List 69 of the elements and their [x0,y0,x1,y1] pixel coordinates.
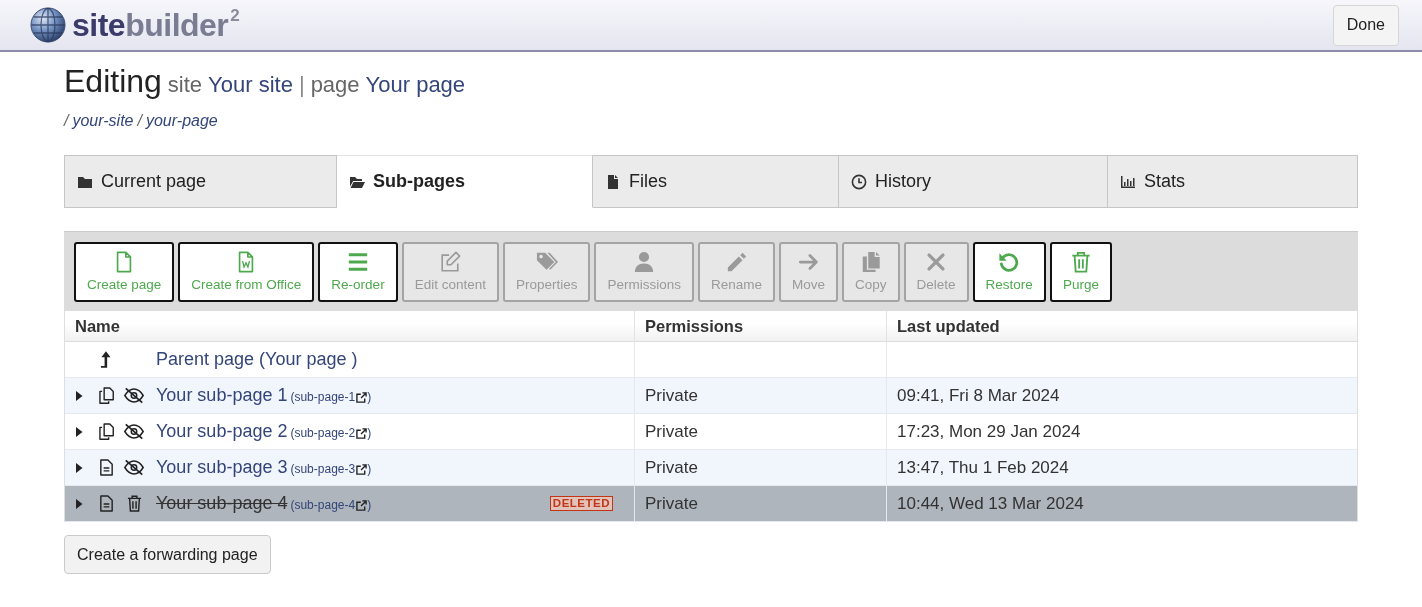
deleted-badge: DELETED [549,496,613,511]
page-link[interactable]: Your sub-page 3 [156,457,288,478]
external-link-icon [356,463,368,475]
globe-logo-icon [30,7,66,43]
column-header: Permissions [635,311,887,341]
clock-icon [851,173,867,190]
page-link[interactable]: Your sub-page 1 [156,385,288,406]
table-cell: Private [635,486,887,521]
heading-label: site [167,72,203,97]
caret-right-icon[interactable] [76,390,83,401]
column-header: Name [65,311,635,341]
x-icon [925,250,948,273]
table-row[interactable]: Parent page (Your page ) [65,342,1357,378]
external-link-icon [356,427,368,439]
tab[interactable]: Sub-pages [337,155,593,208]
breadcrumb-link[interactable]: your-site [72,112,134,129]
table-cell-text: 09:41, Fri 8 Mar 2024 [896,384,1061,407]
closing-bracket: ) [367,425,372,440]
table-row[interactable]: Your sub-page 4 (sub-page-4 ) DELETED Private 10:44, Wed 13 Mar 2024 [65,486,1357,522]
create-forwarding-page-button[interactable]: Create a forwarding page [64,535,271,574]
level-up-arrow-icon [100,350,111,369]
edit-icon [439,250,462,273]
table-row[interactable]: Your sub-page 3 (sub-page-3 ) Private 13:47, Thu 1 Feb 2024 [65,450,1357,486]
page-title: Editing [64,63,162,99]
pencil-icon [725,250,748,273]
table-cell-text: 17:23, Mon 29 Jan 2024 [896,420,1082,443]
tab[interactable]: Current page [64,155,337,208]
parent-page-link[interactable]: Parent page (Your page ) [156,349,358,370]
tab[interactable]: Files [593,155,839,208]
tab[interactable]: History [839,155,1108,208]
tab[interactable]: Stats [1108,155,1358,208]
slug-link[interactable]: (sub-page-1 [290,387,368,404]
user-icon [633,250,656,273]
tags-icon [535,250,558,273]
table-row[interactable]: Your sub-page 1 (sub-page-1 ) Private 09:41, Fri 8 Mar 2024 [65,378,1357,414]
heading-label: page [310,72,360,97]
caret-right-icon[interactable] [76,462,83,473]
table-cell: Private [635,450,887,485]
closing-bracket: ) [367,461,372,476]
trash-icon [1069,250,1092,273]
page-link[interactable]: Your sub-page 2 [156,421,288,442]
table-cell-text: 13:47, Thu 1 Feb 2024 [896,456,1070,479]
file-icon [605,173,621,190]
closing-bracket: ) [367,389,372,404]
logo-text: sitebuilder$^{2}$ [72,9,240,41]
slug-link[interactable]: (sub-page-4 [290,495,368,512]
table-cell: Private [635,414,887,449]
external-link-icon [356,499,368,511]
caret-right-icon[interactable] [76,498,83,509]
table-cell-text: 10:44, Wed 13 Mar 2024 [896,492,1085,515]
list-lines-icon [347,250,369,273]
table-cell: Private [635,378,887,413]
breadcrumb-separator: / [64,112,69,129]
page-link[interactable]: Your sub-page 4 [156,493,288,514]
breadcrumb-link[interactable]: your-page [145,112,218,129]
heading-link[interactable]: Your site [208,72,293,97]
table-row[interactable]: Your sub-page 2 (sub-page-2 ) Private 17:23, Mon 29 Jan 2024 [65,414,1357,450]
undo-icon [998,250,1021,273]
slug-link[interactable]: (sub-page-2 [290,423,368,440]
bar-chart-icon [1120,173,1136,190]
caret-right-icon[interactable] [76,426,83,437]
breadcrumb-separator: / [137,112,142,129]
column-header: Last updated [896,315,1001,337]
done-button[interactable]: Done [1332,4,1399,46]
heading-separator: | [298,72,305,97]
slug-link[interactable]: (sub-page-3 [290,459,368,476]
heading-link[interactable]: Your page [365,72,466,97]
external-link-icon [356,391,368,403]
closing-bracket: ) [367,497,372,512]
